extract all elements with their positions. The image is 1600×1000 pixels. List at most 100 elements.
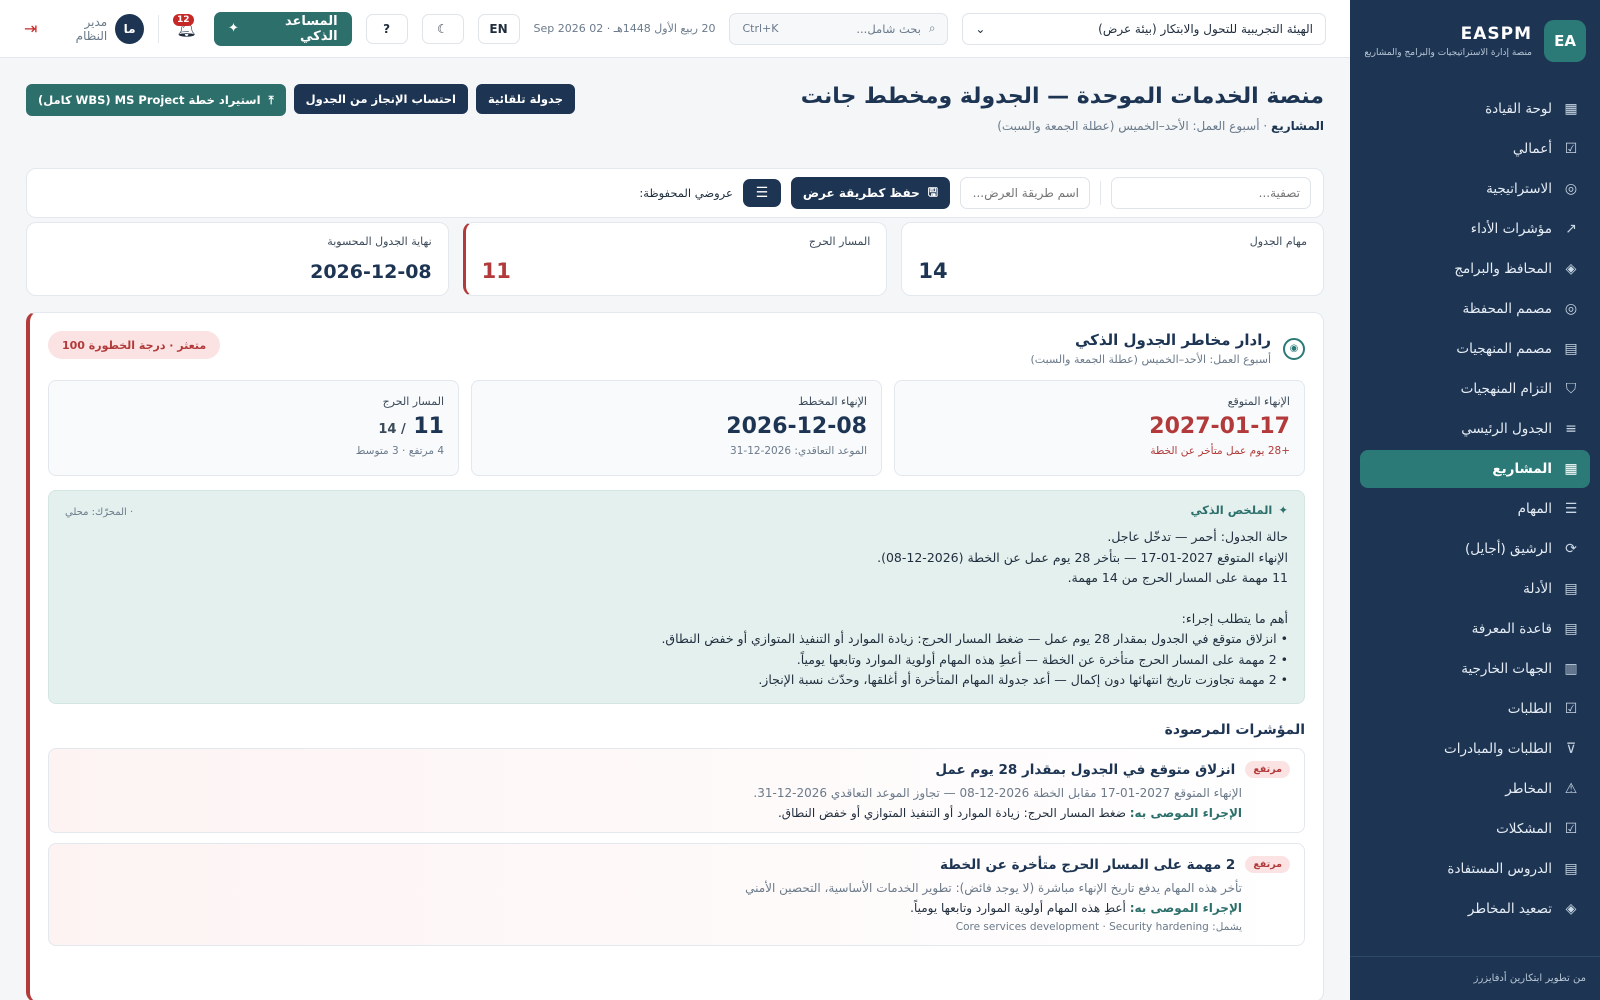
organization-select[interactable]: الهيئة التجريبية للتحول والابتكار (بيئة …	[962, 12, 1326, 45]
sidebar-item-methodology-designer[interactable]: ▤ مصمم المنهجيات	[1360, 330, 1590, 368]
target-icon: ◎	[1564, 301, 1578, 317]
brand-subtitle: منصة إدارة الاستراتيجيات والبرامج والمشا…	[1364, 48, 1532, 58]
sidebar-item-label: الجدول الرئيسي	[1461, 421, 1552, 437]
action-line: • 2 مهمة تجاوزت تاريخ انتهائها دون إكمال…	[758, 672, 1288, 687]
clipboard-icon: ▤	[1564, 341, 1578, 357]
grid-icon: ▦	[1564, 461, 1578, 477]
recommended-action-text: أعطِ هذه المهام أولوية الموارد وتابعها ي…	[910, 901, 1126, 915]
help-button[interactable]: ?	[365, 13, 408, 44]
filter-icon: ⊽	[1565, 741, 1577, 757]
sidebar-item-requests-initiatives[interactable]: ⊽ الطلبات والمبادرات	[1360, 730, 1590, 768]
building-icon: ▥	[1564, 661, 1578, 677]
status-badge: متعثر · درجة الخطورة 100	[48, 331, 221, 359]
save-icon: 🖫︎	[927, 184, 938, 199]
indicator-includes: يشمل: Core services development · Securi…	[955, 921, 1242, 933]
auto-schedule-button[interactable]: جدولة تلقائية	[476, 84, 575, 114]
sidebar-item-portfolio-designer[interactable]: ◎ مصمم المحفظة	[1360, 290, 1590, 328]
sidebar-item-label: المحافظ والبرامج	[1454, 261, 1552, 277]
stat-value: 14	[918, 259, 948, 283]
radar-subtitle: أسبوع العمل: الأحد–الخميس (عطلة الجمعة و…	[1030, 353, 1271, 366]
recommended-action: الإجراء الموصى به: أعطِ هذه المهام أولوي…	[63, 901, 1242, 915]
indicator-title: انزلاق متوقع في الجدول بمقدار 28 يوم عمل	[935, 761, 1236, 778]
user-menu[interactable]: ما مدير النظام	[51, 13, 145, 44]
ai-assistant-button[interactable]: المساعد الذكي ✦	[214, 11, 352, 46]
search-input[interactable]: بحث شامل...	[856, 22, 921, 36]
monitored-indicators-title: المؤشرات المرصودة	[1164, 722, 1305, 738]
action-line: • 2 مهمة على المسار الحرج متأخرة عن الخط…	[796, 651, 1288, 667]
stat-value: 2026-12-08	[310, 261, 432, 283]
indicator-card[interactable]: مرتفع انزلاق متوقع في الجدول بمقدار 28 ي…	[48, 748, 1305, 833]
critical-total: / 14	[378, 422, 406, 437]
save-view-button[interactable]: 🖫︎ حفظ كطريقة عرض	[790, 177, 950, 209]
sidebar-item-my-work[interactable]: ☑ أعمالي	[1360, 130, 1590, 168]
sidebar-item-tasks[interactable]: ☰ المهام	[1360, 490, 1590, 528]
avatar: ما	[115, 13, 145, 44]
sidebar-item-kpis[interactable]: ↗ مؤشرات الأداء	[1360, 210, 1590, 248]
brand: EA EASPM منصة إدارة الاستراتيجيات والبرا…	[1350, 0, 1600, 82]
breadcrumb[interactable]: المشاريع	[1271, 119, 1324, 133]
warning-icon: ⚠	[1564, 781, 1578, 797]
main-content: منصة الخدمات الموحدة — الجدولة ومخطط جان…	[0, 58, 1350, 1000]
recommended-action: الإجراء الموصى به: ضغط المسار الحرج: زيا…	[63, 806, 1242, 820]
ai-assistant-label: المساعد الذكي	[284, 13, 338, 44]
global-search[interactable]: ⌕ بحث شامل... Ctrl+K	[729, 12, 949, 45]
stat-card-critical-path: المسار الحرج 11	[462, 222, 888, 296]
target-icon: ◎	[1564, 181, 1578, 197]
brand-title: EASPM	[1460, 24, 1532, 44]
indicator-detail: الإنهاء المتوقع 2027-01-17 مقابل الخطة 2…	[753, 786, 1242, 800]
sidebar-item-projects[interactable]: ▦ المشاريع	[1360, 450, 1590, 488]
stat-label: مهام الجدول	[1249, 235, 1307, 248]
filter-input[interactable]	[1111, 177, 1311, 209]
sidebar-item-label: لوحة القيادة	[1485, 101, 1552, 117]
views-menu-button[interactable]: ☰	[742, 179, 781, 207]
upload-icon: ⤒	[268, 92, 274, 107]
sidebar-item-knowledge-base[interactable]: ▤ قاعدة المعرفة	[1360, 610, 1590, 648]
sidebar-item-risk-escalation[interactable]: ◈ تصعيد المخاطر	[1360, 890, 1590, 928]
notifications-button[interactable]: 🔔︎ 12	[173, 13, 200, 44]
stat-card-schedule-end: نهاية الجدول المحسوبة 2026-12-08	[25, 222, 449, 296]
sidebar-item-issues[interactable]: ☑ المشكلات	[1360, 810, 1590, 848]
sidebar-item-dashboard[interactable]: ▦ لوحة القيادة	[1360, 90, 1590, 128]
theme-toggle[interactable]: ☾	[421, 13, 464, 44]
sidebar-item-label: الرشيق (أجايل)	[1465, 541, 1552, 557]
metric-planned-finish: الإنهاء المخطط 2026-12-08 الموعد التعاقد…	[471, 380, 882, 476]
import-label: استيراد خطة MS Project (WBS كامل)	[38, 93, 261, 107]
indicator-card[interactable]: مرتفع 2 مهمة على المسار الحرج متأخرة عن …	[48, 843, 1305, 946]
sidebar-item-strategy[interactable]: ◎ الاستراتيجية	[1360, 170, 1590, 208]
metric-expected-finish: الإنهاء المتوقع 2027-01-17 +28 يوم عمل م…	[894, 380, 1305, 476]
sidebar-item-label: المخاطر	[1505, 781, 1552, 797]
sidebar-item-label: المشكلات	[1496, 821, 1552, 837]
stat-label: نهاية الجدول المحسوبة	[327, 235, 432, 248]
chevron-down-icon: ⌄	[975, 21, 986, 36]
search-icon: ⌕	[928, 21, 936, 35]
action-line: • انزلاق متوقع في الجدول بمقدار 28 يوم ع…	[661, 631, 1288, 646]
sidebar-item-label: الجهات الخارجية	[1461, 661, 1552, 677]
sidebar-item-portfolios[interactable]: ◈ المحافظ والبرامج	[1360, 250, 1590, 288]
sidebar-item-methodology-compliance[interactable]: ⛉ التزام المنهجيات	[1360, 370, 1590, 408]
help-icon: ?	[383, 21, 391, 36]
sidebar-item-agile[interactable]: ⟳ الرشيق (أجايل)	[1360, 530, 1590, 568]
sidebar-item-label: مصمم المنهجيات	[1456, 341, 1552, 357]
sidebar-item-external-entities[interactable]: ▥ الجهات الخارجية	[1360, 650, 1590, 688]
recommended-action-label: الإجراء الموصى به:	[1129, 901, 1242, 915]
import-ms-project-button[interactable]: ⤒ استيراد خطة MS Project (WBS كامل)	[26, 84, 286, 116]
sidebar-item-lessons-learned[interactable]: ▤ الدروس المستفادة	[1360, 850, 1590, 888]
radar-icon: ◉	[1283, 337, 1305, 360]
sidebar-item-label: أعمالي	[1512, 141, 1552, 157]
sidebar-item-label: الدروس المستفادة	[1447, 861, 1552, 877]
calc-progress-button[interactable]: احتساب الإنجاز من الجدول	[293, 84, 469, 114]
sidebar-item-requests[interactable]: ☑ الطلبات	[1360, 690, 1590, 728]
summary-title: الملخص الذكي	[1190, 503, 1273, 517]
indicator-detail: تأخر هذه المهام يدفع تاريخ الإنهاء مباشر…	[745, 881, 1242, 895]
metric-note: الموعد التعاقدي: 2026-12-31	[730, 445, 867, 457]
language-toggle[interactable]: EN	[477, 13, 520, 44]
sidebar-item-label: قاعدة المعرفة	[1471, 621, 1552, 637]
sidebar-item-risks[interactable]: ⚠ المخاطر	[1360, 770, 1590, 808]
logout-icon[interactable]: ⇥	[24, 19, 37, 38]
sidebar-item-master-schedule[interactable]: ≡ الجدول الرئيسي	[1360, 410, 1590, 448]
document-icon: ▤	[1564, 581, 1578, 597]
sidebar-item-guides[interactable]: ▤ الأدلة	[1360, 570, 1590, 608]
layers-icon: ◈	[1565, 261, 1577, 277]
view-name-input[interactable]	[960, 177, 1090, 209]
recommended-action-label: الإجراء الموصى به:	[1129, 806, 1242, 820]
